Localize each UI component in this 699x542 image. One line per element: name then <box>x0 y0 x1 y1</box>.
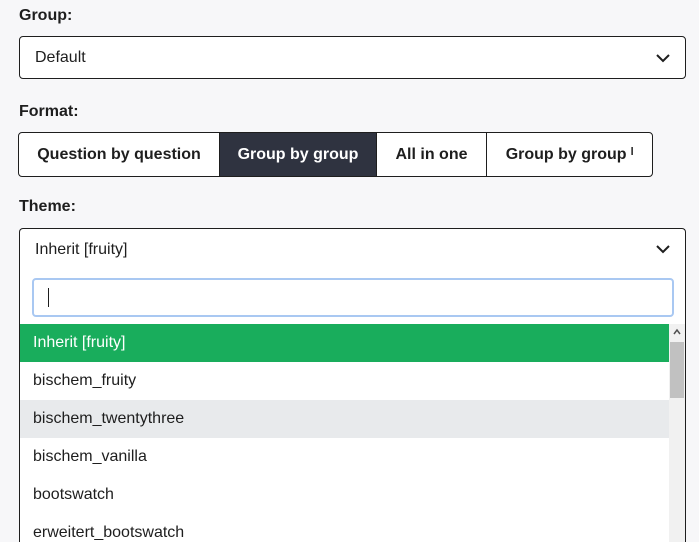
theme-select-value: Inherit [fruity] <box>35 241 128 258</box>
group-select[interactable]: Default <box>19 36 686 79</box>
theme-dropdown: Inherit [fruity] bischem_fruity bischem_… <box>19 268 686 542</box>
chevron-down-icon <box>656 245 670 254</box>
theme-search-input[interactable] <box>32 278 674 317</box>
theme-select[interactable]: Inherit [fruity] <box>19 228 686 269</box>
theme-options-list: Inherit [fruity] bischem_fruity bischem_… <box>20 324 670 542</box>
theme-option[interactable]: bootswatch <box>20 476 670 514</box>
scrollbar-thumb[interactable] <box>670 342 684 398</box>
group-label: Group: <box>19 7 73 24</box>
format-label: Format: <box>19 103 79 120</box>
theme-label: Theme: <box>19 198 76 215</box>
dropdown-scrollbar[interactable] <box>669 324 685 542</box>
theme-option[interactable]: erweitert_bootswatch <box>20 514 670 542</box>
format-button-group: Question by question Group by group All … <box>18 132 653 177</box>
text-cursor <box>48 288 49 307</box>
format-group-by-group-button[interactable]: Group by group <box>220 133 377 176</box>
format-all-in-one-button[interactable]: All in one <box>377 133 487 176</box>
format-question-by-question-button[interactable]: Question by question <box>19 133 220 176</box>
chevron-down-icon <box>656 54 670 63</box>
format-group-by-group-alt-button[interactable]: Group by group ˡ <box>487 133 652 176</box>
theme-option[interactable]: bischem_twentythree <box>20 400 670 438</box>
theme-option[interactable]: bischem_vanilla <box>20 438 670 476</box>
chevron-up-icon[interactable] <box>673 328 681 336</box>
group-select-value: Default <box>35 49 86 66</box>
theme-option[interactable]: bischem_fruity <box>20 362 670 400</box>
theme-option[interactable]: Inherit [fruity] <box>20 324 670 362</box>
